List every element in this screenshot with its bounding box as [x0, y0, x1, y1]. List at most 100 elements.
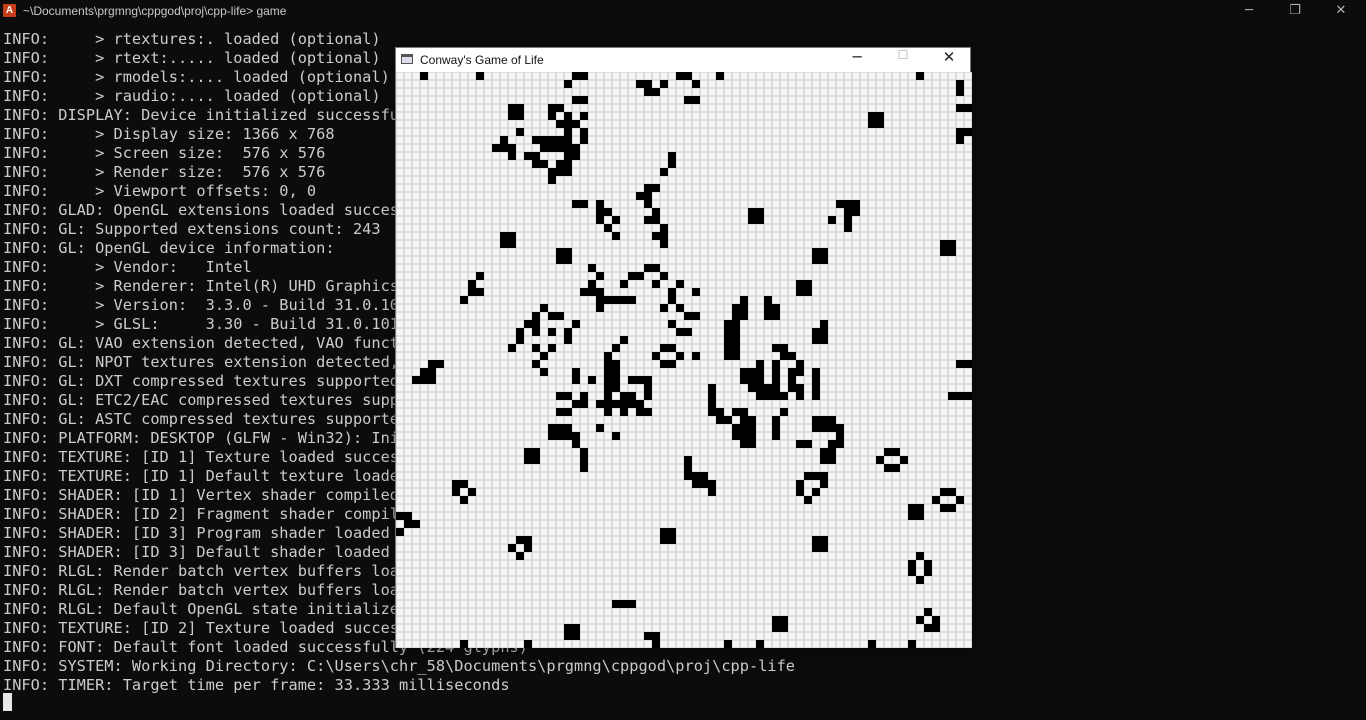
live-cell [876, 456, 884, 464]
live-cell [508, 232, 516, 240]
game-close-button[interactable]: ✕ [926, 48, 972, 72]
live-cell [836, 440, 844, 448]
live-cell [836, 432, 844, 440]
live-cell [644, 184, 652, 192]
terminal-close-button[interactable]: ✕ [1318, 0, 1364, 24]
live-cell [460, 480, 468, 488]
live-cell [724, 328, 732, 336]
live-cell [788, 384, 796, 392]
live-cell [780, 392, 788, 400]
live-cell [644, 384, 652, 392]
live-cell [772, 376, 780, 384]
live-cell [612, 360, 620, 368]
live-cell [780, 624, 788, 632]
live-cell [516, 328, 524, 336]
live-cell [604, 392, 612, 400]
game-window-title-bar[interactable]: Conway's Game of Life ─ ☐ ✕ [396, 48, 970, 72]
live-cell [756, 208, 764, 216]
live-cell [620, 408, 628, 416]
live-cell [604, 208, 612, 216]
live-cell [692, 96, 700, 104]
live-cell [676, 280, 684, 288]
live-cell [556, 104, 564, 112]
terminal-minimize-button[interactable]: ─ [1226, 0, 1272, 24]
terminal-restore-button[interactable]: ❐ [1272, 0, 1318, 24]
live-cell [396, 528, 404, 536]
live-cell [628, 400, 636, 408]
live-cell [652, 640, 660, 648]
live-cell [820, 256, 828, 264]
live-cell [572, 376, 580, 384]
game-of-life-window[interactable]: Conway's Game of Life ─ ☐ ✕ [395, 47, 972, 648]
live-cell [548, 136, 556, 144]
live-cell [796, 480, 804, 488]
live-cell [692, 288, 700, 296]
live-cell [668, 320, 676, 328]
live-cell [564, 152, 572, 160]
live-cell [788, 376, 796, 384]
live-cell [924, 624, 932, 632]
live-cell [540, 144, 548, 152]
live-cell [580, 392, 588, 400]
live-cell [516, 104, 524, 112]
live-cell [636, 408, 644, 416]
live-cell [580, 456, 588, 464]
live-cell [564, 80, 572, 88]
live-cell [684, 96, 692, 104]
live-cell [572, 120, 580, 128]
live-cell [556, 312, 564, 320]
live-cell [844, 200, 852, 208]
live-cell [572, 440, 580, 448]
live-cell [956, 128, 964, 136]
live-cell [580, 136, 588, 144]
live-cell [740, 376, 748, 384]
live-cell [572, 72, 580, 80]
live-cell [828, 440, 836, 448]
live-cell [892, 448, 900, 456]
live-cell [540, 304, 548, 312]
live-cell [420, 368, 428, 376]
life-grid-canvas[interactable] [396, 72, 972, 648]
live-cell [796, 392, 804, 400]
game-maximize-button[interactable]: ☐ [880, 48, 926, 72]
live-cell [740, 296, 748, 304]
live-cell [780, 616, 788, 624]
live-cell [812, 336, 820, 344]
live-cell [652, 632, 660, 640]
live-cell [572, 624, 580, 632]
live-cell [764, 392, 772, 400]
live-cell [644, 88, 652, 96]
live-cell [724, 640, 732, 648]
live-cell [612, 368, 620, 376]
live-cell [748, 208, 756, 216]
terminal-window-title: ~\Documents\prgmng\cppgod\proj\cpp-life>… [23, 4, 287, 18]
live-cell [772, 624, 780, 632]
live-cell [900, 456, 908, 464]
live-cell [588, 376, 596, 384]
game-minimize-button[interactable]: ─ [834, 48, 880, 72]
live-cell [724, 344, 732, 352]
live-cell [652, 232, 660, 240]
live-cell [812, 544, 820, 552]
live-cell [868, 640, 876, 648]
live-cell [684, 328, 692, 336]
live-cell [820, 424, 828, 432]
live-cell [644, 632, 652, 640]
live-cell [748, 216, 756, 224]
live-cell [964, 360, 972, 368]
live-cell [692, 480, 700, 488]
live-cell [916, 552, 924, 560]
live-cell [548, 168, 556, 176]
live-cell [644, 192, 652, 200]
live-cell [644, 408, 652, 416]
live-cell [684, 456, 692, 464]
terminal-title-bar: A ~\Documents\prgmng\cppgod\proj\cpp-lif… [0, 0, 1366, 24]
live-cell [812, 384, 820, 392]
live-cell [748, 416, 756, 424]
live-cell [596, 424, 604, 432]
live-cell [660, 528, 668, 536]
live-cell [604, 376, 612, 384]
live-cell [540, 160, 548, 168]
live-cell [596, 200, 604, 208]
live-cell [724, 416, 732, 424]
